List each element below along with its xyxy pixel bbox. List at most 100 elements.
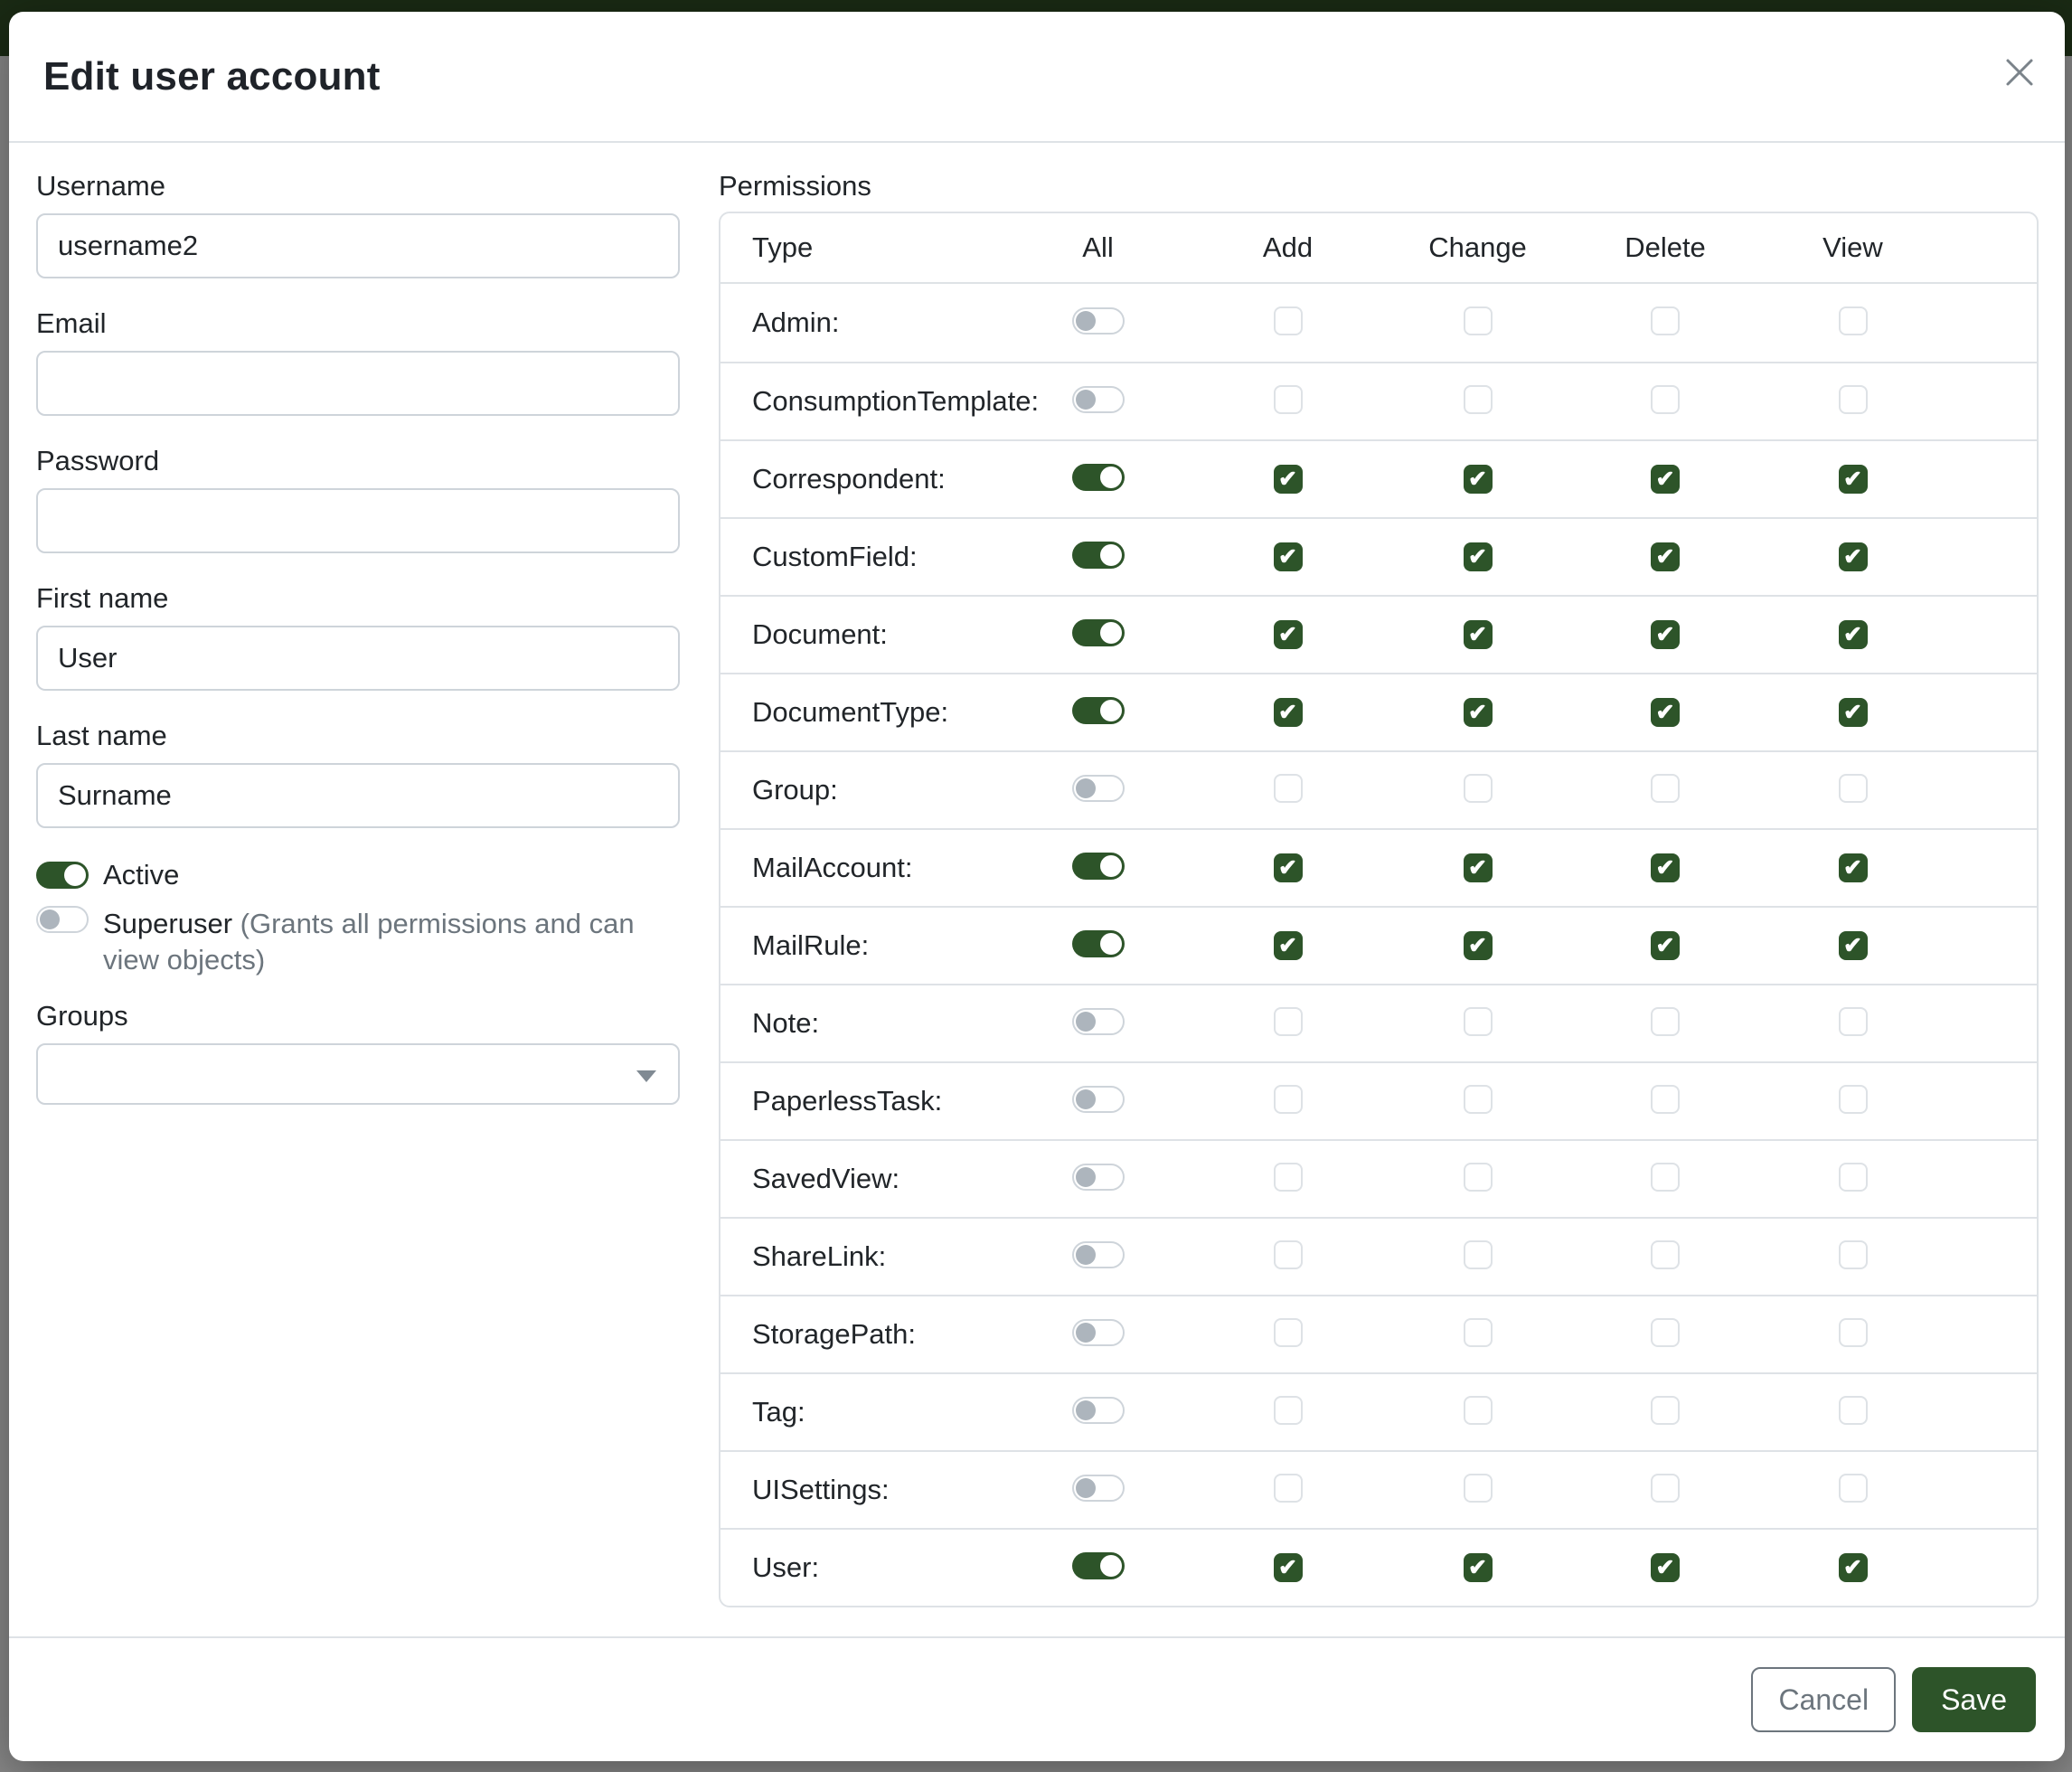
permission-change-checkbox[interactable] — [1464, 1163, 1493, 1192]
permission-view-checkbox[interactable] — [1839, 1007, 1868, 1036]
permission-type-label: User: — [720, 1551, 1005, 1584]
permission-delete-checkbox[interactable] — [1651, 306, 1680, 335]
permission-change-checkbox[interactable] — [1464, 1318, 1493, 1347]
groups-select[interactable] — [36, 1043, 680, 1105]
close-button[interactable] — [2001, 55, 2038, 91]
superuser-toggle[interactable] — [36, 906, 89, 933]
permission-change-checkbox[interactable] — [1464, 1474, 1493, 1503]
permission-all-toggle[interactable] — [1072, 386, 1125, 413]
permission-add-checkbox[interactable] — [1274, 1318, 1303, 1347]
permission-delete-checkbox[interactable] — [1651, 1318, 1680, 1347]
permission-change-checkbox[interactable]: ✔ — [1464, 698, 1493, 727]
permission-delete-checkbox[interactable]: ✔ — [1651, 853, 1680, 882]
permission-add-checkbox[interactable]: ✔ — [1274, 1553, 1303, 1582]
permission-add-checkbox[interactable] — [1274, 1474, 1303, 1503]
permission-add-checkbox[interactable] — [1274, 774, 1303, 803]
permission-add-checkbox[interactable] — [1274, 1240, 1303, 1269]
permission-all-toggle[interactable] — [1072, 464, 1125, 491]
permission-view-checkbox[interactable] — [1839, 1240, 1868, 1269]
permission-view-checkbox[interactable] — [1839, 1474, 1868, 1503]
cancel-button[interactable]: Cancel — [1751, 1667, 1896, 1732]
permission-view-checkbox[interactable]: ✔ — [1839, 542, 1868, 571]
permission-change-checkbox[interactable]: ✔ — [1464, 1553, 1493, 1582]
permission-all-toggle[interactable] — [1072, 930, 1125, 957]
permission-add-checkbox[interactable]: ✔ — [1274, 465, 1303, 494]
permission-add-checkbox[interactable] — [1274, 1085, 1303, 1114]
first-name-input[interactable] — [36, 626, 680, 691]
permission-change-checkbox[interactable]: ✔ — [1464, 931, 1493, 960]
permission-delete-checkbox[interactable] — [1651, 385, 1680, 414]
permission-delete-checkbox[interactable]: ✔ — [1651, 698, 1680, 727]
permission-all-toggle[interactable] — [1072, 697, 1125, 724]
permission-view-checkbox[interactable]: ✔ — [1839, 1553, 1868, 1582]
permission-add-checkbox[interactable] — [1274, 1396, 1303, 1425]
permission-view-checkbox[interactable] — [1839, 1085, 1868, 1114]
permission-add-checkbox[interactable]: ✔ — [1274, 542, 1303, 571]
permission-all-toggle[interactable] — [1072, 542, 1125, 569]
permission-all-toggle[interactable] — [1072, 619, 1125, 646]
permission-add-checkbox[interactable] — [1274, 1163, 1303, 1192]
permission-change-checkbox[interactable] — [1464, 1007, 1493, 1036]
permission-delete-checkbox[interactable]: ✔ — [1651, 542, 1680, 571]
permission-delete-checkbox[interactable]: ✔ — [1651, 620, 1680, 649]
save-button[interactable]: Save — [1912, 1667, 2036, 1732]
permission-delete-checkbox[interactable]: ✔ — [1651, 1553, 1680, 1582]
permission-all-toggle[interactable] — [1072, 1241, 1125, 1268]
permission-change-checkbox[interactable]: ✔ — [1464, 542, 1493, 571]
permission-view-checkbox[interactable]: ✔ — [1839, 465, 1868, 494]
last-name-input[interactable] — [36, 763, 680, 828]
permission-view-checkbox[interactable]: ✔ — [1839, 698, 1868, 727]
permission-delete-checkbox[interactable] — [1651, 1240, 1680, 1269]
column-header-add: Add — [1191, 231, 1385, 264]
permission-all-toggle[interactable] — [1072, 1319, 1125, 1346]
active-toggle[interactable] — [36, 862, 89, 889]
permission-view-checkbox[interactable]: ✔ — [1839, 931, 1868, 960]
permission-add-checkbox[interactable]: ✔ — [1274, 853, 1303, 882]
permission-view-checkbox[interactable] — [1839, 1318, 1868, 1347]
permission-change-checkbox[interactable] — [1464, 1396, 1493, 1425]
permission-change-checkbox[interactable] — [1464, 1085, 1493, 1114]
permission-all-toggle[interactable] — [1072, 853, 1125, 880]
permission-add-checkbox[interactable]: ✔ — [1274, 931, 1303, 960]
permission-delete-checkbox[interactable] — [1651, 774, 1680, 803]
permission-view-checkbox[interactable] — [1839, 1163, 1868, 1192]
permission-delete-checkbox[interactable]: ✔ — [1651, 465, 1680, 494]
permission-all-toggle[interactable] — [1072, 775, 1125, 802]
password-input[interactable] — [36, 488, 680, 553]
permission-all-toggle[interactable] — [1072, 307, 1125, 335]
permission-view-checkbox[interactable] — [1839, 774, 1868, 803]
email-input[interactable] — [36, 351, 680, 416]
permission-all-toggle[interactable] — [1072, 1397, 1125, 1424]
permission-view-checkbox[interactable] — [1839, 1396, 1868, 1425]
permission-view-checkbox[interactable] — [1839, 385, 1868, 414]
permission-delete-checkbox[interactable] — [1651, 1007, 1680, 1036]
permission-delete-checkbox[interactable]: ✔ — [1651, 931, 1680, 960]
permission-add-checkbox[interactable]: ✔ — [1274, 698, 1303, 727]
permission-add-checkbox[interactable] — [1274, 385, 1303, 414]
permission-add-checkbox[interactable] — [1274, 306, 1303, 335]
permission-change-checkbox[interactable]: ✔ — [1464, 853, 1493, 882]
permission-all-toggle[interactable] — [1072, 1164, 1125, 1191]
username-input[interactable] — [36, 213, 680, 278]
permission-change-checkbox[interactable] — [1464, 385, 1493, 414]
permission-add-checkbox[interactable]: ✔ — [1274, 620, 1303, 649]
permission-view-checkbox[interactable]: ✔ — [1839, 620, 1868, 649]
permission-add-checkbox[interactable] — [1274, 1007, 1303, 1036]
permission-delete-checkbox[interactable] — [1651, 1474, 1680, 1503]
permission-change-checkbox[interactable] — [1464, 306, 1493, 335]
permission-change-checkbox[interactable] — [1464, 1240, 1493, 1269]
permission-change-checkbox[interactable]: ✔ — [1464, 465, 1493, 494]
permission-change-checkbox[interactable]: ✔ — [1464, 620, 1493, 649]
permission-delete-checkbox[interactable] — [1651, 1085, 1680, 1114]
permission-change-checkbox[interactable] — [1464, 774, 1493, 803]
permission-delete-checkbox[interactable] — [1651, 1396, 1680, 1425]
permission-view-checkbox[interactable] — [1839, 306, 1868, 335]
permission-delete-checkbox[interactable] — [1651, 1163, 1680, 1192]
permission-all-toggle[interactable] — [1072, 1552, 1125, 1579]
permission-all-toggle[interactable] — [1072, 1008, 1125, 1035]
permission-all-toggle[interactable] — [1072, 1475, 1125, 1502]
toggle-knob — [1076, 1245, 1096, 1265]
permission-all-toggle[interactable] — [1072, 1086, 1125, 1113]
modal-footer: Cancel Save — [9, 1636, 2065, 1761]
permission-view-checkbox[interactable]: ✔ — [1839, 853, 1868, 882]
